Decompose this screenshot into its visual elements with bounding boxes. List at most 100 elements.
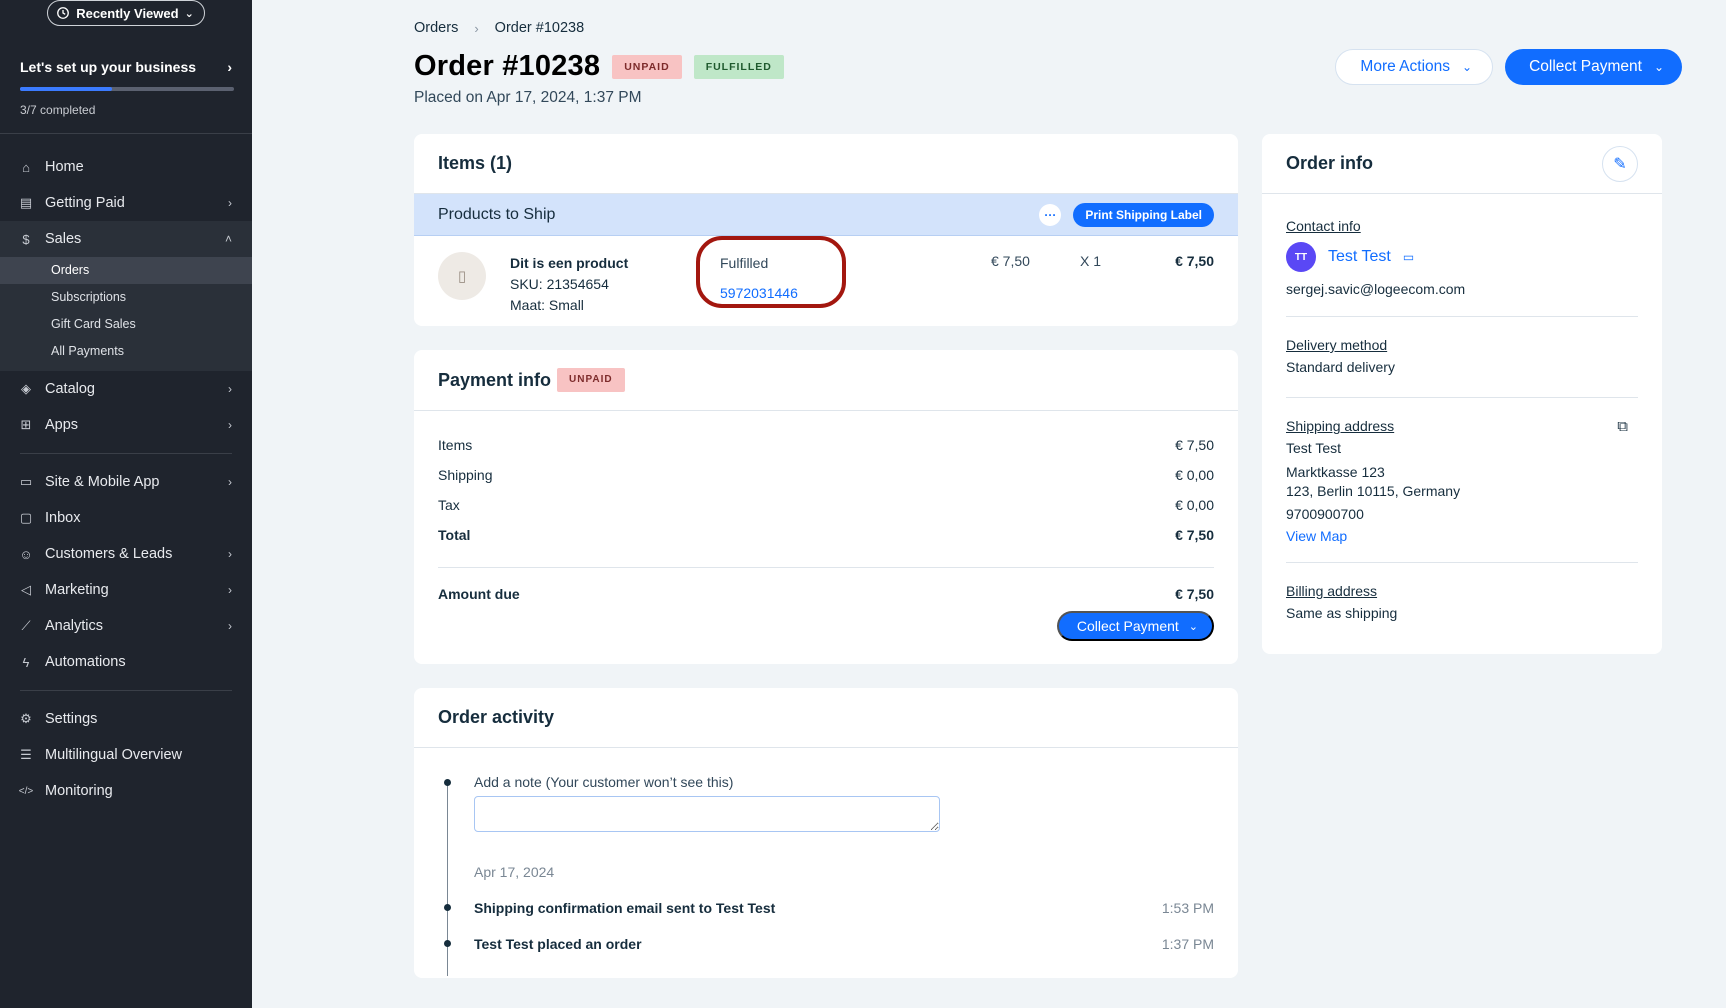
chevron-right-icon: ›	[228, 547, 232, 561]
sidebar-item-catalog[interactable]: ◈ Catalog ›	[0, 371, 252, 407]
sidebar-item-sales[interactable]: $ Sales ˄	[0, 221, 252, 257]
billing-address-section: Billing address Same as shipping	[1262, 563, 1662, 623]
avatar: TT	[1286, 242, 1316, 272]
shipping-address-section: Shipping address ⧉ Test Test Marktkasse …	[1262, 398, 1662, 562]
setup-title-row: Let's set up your business ›	[20, 59, 232, 75]
payment-row-value: € 0,00	[1175, 467, 1214, 483]
payment-row-value: € 7,50	[1175, 437, 1214, 453]
payment-row-value: € 7,50	[1175, 527, 1214, 543]
product-price: € 7,50	[991, 253, 1030, 269]
copy-icon[interactable]: ⧉	[1617, 418, 1628, 435]
billing-address-value: Same as shipping	[1286, 605, 1398, 621]
breadcrumb-orders-link[interactable]: Orders	[414, 20, 458, 36]
sidebar-item-label: Automations	[45, 654, 126, 670]
timeline-dot	[444, 779, 451, 786]
shipping-name: Test Test	[1286, 440, 1341, 456]
payment-row-tax: Tax € 0,00	[438, 497, 1214, 527]
sidebar-subitem-all-payments[interactable]: All Payments	[0, 338, 252, 365]
marketing-icon: ◁	[21, 582, 31, 597]
home-icon: ⌂	[22, 159, 30, 175]
edit-pencil-icon[interactable]: ✎	[1602, 145, 1638, 182]
items-card: Items (1) Products to Ship ··· Print Shi…	[414, 134, 1238, 326]
timeline-dot	[444, 940, 451, 947]
more-options-icon[interactable]: ···	[1039, 203, 1062, 226]
chat-icon[interactable]: ▭	[1403, 250, 1414, 264]
payment-row-label: Items	[438, 437, 473, 453]
chevron-up-icon: ˄	[224, 232, 232, 246]
sidebar-item-home[interactable]: ⌂ Home	[0, 149, 252, 185]
code-icon: </>	[18, 785, 34, 797]
sales-icon: $	[22, 231, 30, 247]
payment-row-total: Total € 7,50	[438, 527, 1214, 557]
sidebar-item-label: Customers & Leads	[45, 546, 173, 562]
sidebar-subitem-subscriptions[interactable]: Subscriptions	[0, 284, 252, 311]
view-map-link[interactable]: View Map	[1286, 528, 1347, 544]
chevron-right-icon: ›	[228, 382, 232, 396]
sidebar-item-label: Inbox	[45, 510, 81, 526]
order-info-header: Order info ✎	[1262, 134, 1662, 194]
payment-row-shipping: Shipping € 0,00	[438, 467, 1214, 497]
sidebar-nav: ⌂ Home ▤ Getting Paid › $ Sales ˄ Orders…	[0, 149, 252, 809]
collect-payment-button[interactable]: Collect Payment ⌄	[1505, 49, 1682, 85]
sidebar-item-label: Multilingual Overview	[45, 747, 182, 763]
sidebar-item-marketing[interactable]: ◁ Marketing ›	[0, 572, 252, 608]
collect-payment-label: Collect Payment	[1529, 58, 1642, 75]
contact-row: TT Test Test ▭	[1286, 242, 1638, 272]
sidebar-subitem-orders[interactable]: Orders	[0, 257, 252, 284]
tracking-number-link[interactable]: 5972031446	[720, 283, 798, 303]
contact-name-link[interactable]: Test Test	[1328, 248, 1391, 266]
recently-viewed-button[interactable]: Recently Viewed ⌄	[47, 0, 205, 26]
sidebar-item-automations[interactable]: ϟ Automations	[0, 644, 252, 680]
sidebar-item-monitoring[interactable]: </> Monitoring	[0, 773, 252, 809]
payment-info-title: Payment info	[438, 369, 552, 390]
sidebar-item-analytics[interactable]: ⟋ Analytics ›	[0, 608, 252, 644]
apps-icon: ⊞	[20, 417, 32, 432]
note-label: Add a note (Your customer won’t see this…	[474, 774, 734, 790]
site-icon: ▭	[19, 474, 33, 489]
payment-row-label: Tax	[438, 497, 460, 513]
product-quantity: X 1	[1080, 253, 1102, 269]
chevron-down-icon: ⌄	[184, 7, 194, 20]
setup-completed-count: 3/7 completed	[20, 103, 96, 117]
chevron-right-icon: ›	[228, 196, 232, 210]
sidebar-divider	[20, 453, 232, 454]
sidebar-item-getting-paid[interactable]: ▤ Getting Paid ›	[0, 185, 252, 221]
sidebar-subitem-gift-card-sales[interactable]: Gift Card Sales	[0, 311, 252, 338]
gear-icon: ⚙	[20, 711, 32, 726]
setup-title: Let's set up your business	[20, 59, 197, 75]
setup-panel[interactable]: Let's set up your business › 3/7 complet…	[0, 39, 252, 134]
activity-event: Test Test placed an order	[474, 936, 642, 952]
sidebar-item-site-mobile-app[interactable]: ▭ Site & Mobile App ›	[0, 464, 252, 500]
sidebar-item-settings[interactable]: ⚙ Settings	[0, 701, 252, 737]
sidebar-item-label: Catalog	[45, 381, 95, 397]
chevron-right-icon: ›	[228, 475, 232, 489]
history-icon	[57, 7, 70, 19]
product-info: Dit is een product SKU: 21354654 Maat: S…	[510, 253, 628, 316]
sidebar-item-label: Home	[45, 159, 84, 175]
payment-row-label: Shipping	[438, 467, 493, 483]
shipping-phone: 9700900700	[1286, 506, 1364, 522]
sidebar-item-customers-leads[interactable]: ☺ Customers & Leads ›	[0, 536, 252, 572]
sales-submenu: Orders Subscriptions Gift Card Sales All…	[0, 257, 252, 371]
status-badge-unpaid: UNPAID	[612, 54, 682, 79]
activity-date: Apr 17, 2024	[474, 864, 555, 880]
shipping-city: 123, Berlin 10115, Germany	[1286, 483, 1461, 499]
print-shipping-label-button[interactable]: Print Shipping Label	[1073, 202, 1214, 227]
sidebar-item-multilingual[interactable]: ☰ Multilingual Overview	[0, 737, 252, 773]
multilingual-icon: ☰	[20, 747, 32, 762]
getting-paid-icon: ▤	[19, 195, 33, 210]
order-activity-title: Order activity	[414, 688, 1238, 748]
catalog-icon: ◈	[21, 381, 31, 396]
status-badge-fulfilled: FULFILLED	[693, 54, 784, 79]
delivery-method-section: Delivery method Standard delivery	[1262, 317, 1662, 397]
payment-rows: Items € 7,50 Shipping € 0,00 Tax € 0,00 …	[414, 411, 1238, 616]
sidebar-item-inbox[interactable]: ▢ Inbox	[0, 500, 252, 536]
more-actions-button[interactable]: More Actions ⌄	[1335, 49, 1494, 85]
items-card-title: Items (1)	[414, 134, 1238, 194]
chevron-down-icon: ⌄	[1462, 60, 1473, 74]
more-actions-label: More Actions	[1360, 58, 1451, 75]
collect-payment-button-secondary[interactable]: Collect Payment ⌄	[1056, 611, 1214, 641]
order-info-card: Order info ✎ Contact info TT Test Test ▭…	[1262, 134, 1662, 654]
note-input[interactable]	[474, 796, 940, 832]
sidebar-item-apps[interactable]: ⊞ Apps ›	[0, 407, 252, 443]
